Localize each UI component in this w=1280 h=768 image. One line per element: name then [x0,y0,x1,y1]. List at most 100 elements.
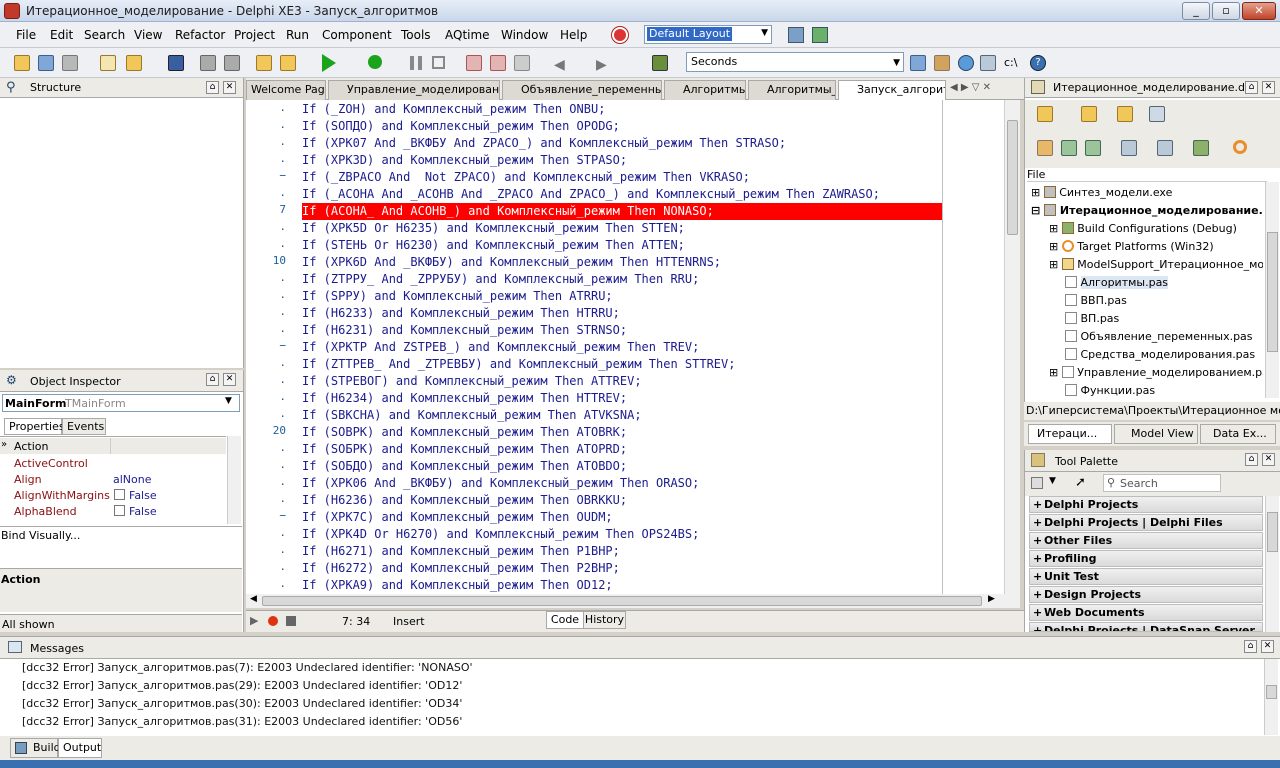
tree-item[interactable]: ВВП.pas [1065,292,1127,307]
trace-into-icon[interactable] [466,55,482,71]
scroll-thumb[interactable] [1267,512,1278,552]
code-line[interactable]: If (XPKA9) and Комплексный_режим Then OD… [302,577,613,594]
globe-icon[interactable] [958,55,974,71]
tree-item[interactable]: Функции.pas [1065,382,1155,397]
tab-welcome-page[interactable]: Welcome Page [246,80,326,100]
tab-zapusk[interactable]: Запуск_алгоритм [838,80,946,100]
build-target-icon[interactable] [1193,140,1209,156]
time-unit-select[interactable]: Seconds ▼ [686,52,904,72]
save-icon[interactable] [168,55,184,71]
target-platform-icon[interactable] [1233,140,1247,154]
palette-category[interactable]: Unit Test [1029,568,1263,585]
code-line[interactable]: If (SOБPK) and Комплексный_режим Then AT… [302,441,627,458]
settings-icon[interactable] [980,55,996,71]
inspector-scrollbar[interactable] [227,436,241,524]
code-line[interactable]: If (STPEBОГ) and Комплексный_режим Then … [302,373,642,390]
palette-category[interactable]: Delphi Projects [1029,496,1263,513]
pin-icon[interactable]: ⌂ [1245,81,1258,94]
code-line[interactable]: If (SBKCHA) and Комплексный_режим Then A… [302,407,642,424]
pin-icon[interactable]: ⌂ [1244,640,1257,653]
close-panel-icon[interactable]: ✕ [1262,81,1275,94]
save-all-icon[interactable] [62,55,78,71]
tab-data-explorer[interactable]: Data Ex... [1200,424,1276,444]
code-line[interactable]: If (H6272) and Комплексный_режим Then P2… [302,560,620,577]
open-project-folder-icon[interactable] [256,55,272,71]
tab-algoritmy-2[interactable]: Алгоритмы_ [748,80,836,100]
message-line[interactable]: [dcc32 Error] Запуск_алгоритмов.pas(7): … [22,659,473,677]
code-line[interactable]: If (H6271) and Комплексный_режим Then P1… [302,543,620,560]
command-prompt-icon[interactable]: c:\ [1004,56,1017,69]
code-line[interactable]: If (XPK07 And _BKФБУ And ZPACO_) and Ком… [302,135,786,152]
message-line[interactable]: [dcc32 Error] Запуск_алгоритмов.pas(31):… [22,713,462,731]
open-icon[interactable] [1117,106,1133,122]
code-line[interactable]: If (XPK7C) and Комплексный_режим Then OU… [302,509,613,526]
run-icon[interactable] [322,54,336,72]
close-button[interactable]: ✕ [1242,2,1276,20]
palette-search-input[interactable]: ⚲ Search [1103,474,1221,492]
message-line[interactable]: [dcc32 Error] Запуск_алгоритмов.pas(30):… [22,695,462,713]
code-line[interactable]: If (XPK6D And _BKФБУ) and Комплексный_ре… [302,254,721,271]
pin-icon[interactable]: ⌂ [206,373,219,386]
scroll-right-icon[interactable]: ▶ [988,594,995,604]
tab-build[interactable]: Build [10,738,61,758]
scroll-left-icon[interactable]: ◀ [250,594,257,604]
tree-item[interactable]: ⊞ Управление_моделированием.pas [1049,364,1263,379]
scroll-thumb[interactable] [1266,685,1277,699]
new-items-icon[interactable] [14,55,30,71]
tab-project-manager[interactable]: Итераци... [1028,424,1112,444]
open-file-icon[interactable] [126,55,142,71]
back-icon[interactable]: ◀ [554,57,565,73]
tree-item[interactable]: ⊟ Итерационное_моделирование... [1031,202,1263,217]
stop-icon[interactable] [432,56,445,69]
code-line[interactable]: If (XPKTP And ZSTPEB_) and Комплексный_р… [302,339,699,356]
menu-refactor[interactable]: Refactor [175,28,225,42]
tab-upravlenie[interactable]: Управление_моделирован [328,80,500,100]
new-project-icon[interactable] [1037,106,1053,122]
property-row[interactable]: AlignWithMargins False [0,487,226,503]
code-line[interactable]: If (_ZOH) and Комплексный_режим Then ONB… [302,101,605,118]
checkbox[interactable] [114,489,125,500]
record-macro-icon[interactable] [268,616,278,626]
property-row[interactable]: ActiveControl [0,455,226,471]
scroll-thumb[interactable] [1007,120,1018,235]
tab-output[interactable]: Output [58,738,102,758]
list-icon[interactable] [1121,140,1137,156]
palette-category[interactable]: Delphi Projects | Delphi Files [1029,514,1263,531]
component-select[interactable]: MainForm TMainForm ▼ [2,394,240,412]
menu-project[interactable]: Project [234,28,275,42]
code-line[interactable]: If (ZTTPEB_ And _ZTPEBБУ) and Комплексны… [302,356,735,373]
new-file-icon[interactable] [100,55,116,71]
editor-horizontal-scrollbar[interactable]: ◀ ▶ [246,594,1020,608]
build-icon[interactable] [280,55,296,71]
tree-item[interactable]: ⊞ Build Configurations (Debug) [1049,220,1237,235]
checkbox[interactable] [114,505,125,516]
palette-category[interactable]: Profiling [1029,550,1263,567]
minimize-button[interactable]: _ [1182,2,1210,20]
tree-item[interactable]: Средства_моделирования.pas [1065,346,1255,361]
column-header-file[interactable]: File [1027,168,1267,182]
pointer-icon[interactable]: ➚ [1075,475,1086,490]
categories-icon[interactable] [1031,477,1043,489]
maximize-button[interactable]: ▫ [1212,2,1240,20]
tab-code[interactable]: Code [546,611,584,629]
tree-item[interactable]: ⊞ ModelSupport_Итерационное_мо... [1049,256,1263,271]
menu-run[interactable]: Run [286,28,309,42]
tab-properties[interactable]: Properties [4,418,65,435]
menu-tools[interactable]: Tools [401,28,431,42]
palette-scrollbar[interactable] [1265,496,1279,632]
remove-file-icon[interactable] [200,55,216,71]
editor-vertical-scrollbar[interactable] [1004,100,1020,594]
step-over-icon[interactable] [490,55,506,71]
code-line[interactable]: If (H6233) and Комплексный_режим Then HT… [302,305,620,322]
property-row[interactable]: » Action [0,438,226,454]
save-desktop-icon[interactable] [788,27,804,43]
tab-history[interactable]: History [584,611,626,629]
close-panel-icon[interactable]: ✕ [223,81,236,94]
palette-category[interactable]: Other Files [1029,532,1263,549]
pin-icon[interactable]: ⌂ [1245,453,1258,466]
code-line[interactable]: If (XPK5D Or H6235) and Комплексный_режи… [302,220,685,237]
collapse-icon[interactable] [1085,140,1101,156]
property-row[interactable]: Align alNone [0,471,226,487]
code-line[interactable]: If (SOБДО) and Комплексный_режим Then AT… [302,458,627,475]
tree-item[interactable]: ВП.pas [1065,310,1119,325]
